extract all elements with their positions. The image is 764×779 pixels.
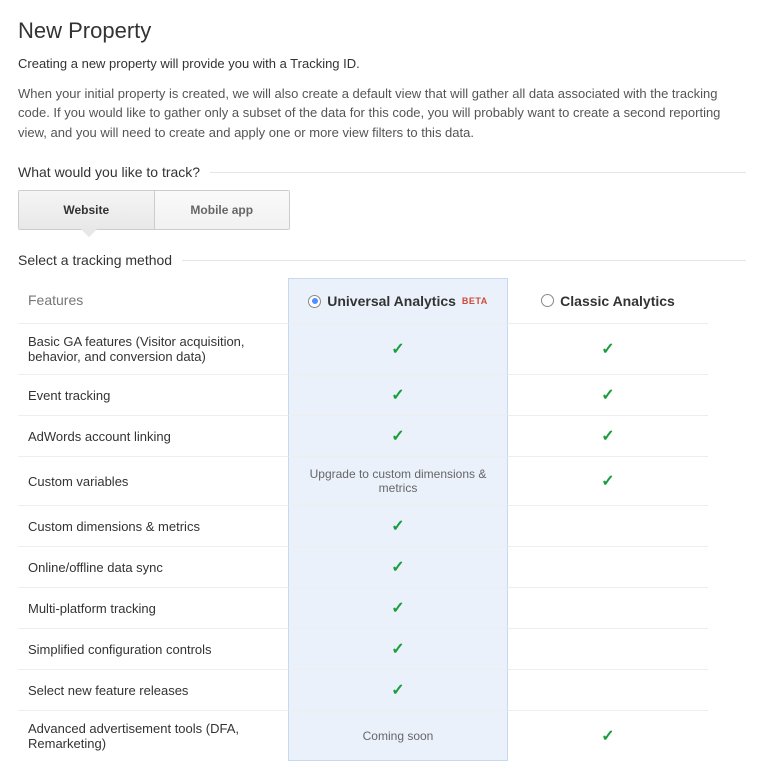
classic-cell: ✓ [508,710,708,761]
cell-text: Coming soon [363,729,434,743]
tab-pointer-icon [81,229,97,237]
universal-cell: ✓ [288,669,508,710]
method-label: Select a tracking method [18,252,746,268]
feature-label: Basic GA features (Visitor acquisition, … [18,323,288,374]
intro-text-1: Creating a new property will provide you… [18,54,746,74]
radio-classic[interactable] [541,294,554,307]
check-icon: ✓ [601,339,614,359]
feature-label: Advanced advertisement tools (DFA, Remar… [18,710,288,761]
classic-cell: ✓ [508,323,708,374]
universal-cell: Upgrade to custom dimensions & metrics [288,456,508,505]
feature-label: AdWords account linking [18,415,288,456]
universal-cell: ✓ [288,323,508,374]
cell-text: Upgrade to custom dimensions & metrics [299,467,497,495]
check-icon: ✓ [391,339,404,359]
track-tabs: Website Mobile app [18,190,290,230]
option-classic[interactable]: Classic Analytics [508,278,708,323]
classic-cell [508,669,708,710]
option-universal[interactable]: Universal Analytics BETA [288,278,508,323]
classic-cell: ✓ [508,456,708,505]
track-question: What would you like to track? [18,164,746,180]
method-label-text: Select a tracking method [18,252,172,268]
check-icon: ✓ [601,385,614,405]
feature-label: Custom variables [18,456,288,505]
classic-cell [508,546,708,587]
classic-cell [508,505,708,546]
track-question-label: What would you like to track? [18,164,200,180]
check-icon: ✓ [601,726,614,746]
feature-label: Event tracking [18,374,288,415]
tab-mobile-app[interactable]: Mobile app [155,191,290,229]
check-icon: ✓ [391,639,404,659]
universal-cell: ✓ [288,628,508,669]
beta-badge: BETA [462,296,488,306]
intro-text-2: When your initial property is created, w… [18,84,746,143]
check-icon: ✓ [601,471,614,491]
check-icon: ✓ [601,426,614,446]
divider [182,260,746,261]
check-icon: ✓ [391,426,404,446]
option-classic-label: Classic Analytics [560,293,675,309]
radio-universal[interactable] [308,295,321,308]
universal-cell: ✓ [288,546,508,587]
feature-label: Online/offline data sync [18,546,288,587]
check-icon: ✓ [391,557,404,577]
option-universal-label: Universal Analytics [327,293,456,309]
classic-cell [508,587,708,628]
universal-cell: ✓ [288,374,508,415]
universal-cell: Coming soon [288,710,508,761]
universal-cell: ✓ [288,505,508,546]
feature-label: Select new feature releases [18,669,288,710]
feature-label: Simplified configuration controls [18,628,288,669]
classic-cell: ✓ [508,374,708,415]
universal-cell: ✓ [288,415,508,456]
feature-label: Multi-platform tracking [18,587,288,628]
feature-label: Custom dimensions & metrics [18,505,288,546]
column-features: Features [18,278,288,323]
check-icon: ✓ [391,598,404,618]
classic-cell: ✓ [508,415,708,456]
check-icon: ✓ [391,385,404,405]
tab-website[interactable]: Website [19,191,155,229]
divider [210,172,746,173]
check-icon: ✓ [391,516,404,536]
classic-cell [508,628,708,669]
page-title: New Property [18,18,746,44]
check-icon: ✓ [391,680,404,700]
universal-cell: ✓ [288,587,508,628]
